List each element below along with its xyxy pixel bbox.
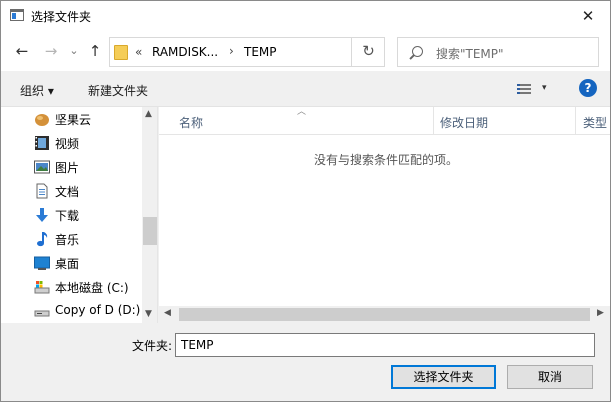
sidebar-item-label: 下载 — [55, 209, 80, 223]
scroll-left-arrow-icon[interactable]: ◀ — [164, 308, 171, 318]
sidebar-item-documents[interactable]: 文档 — [1, 179, 141, 203]
column-header-type[interactable]: 类型 — [583, 114, 607, 131]
refresh-icon[interactable]: ↻ — [351, 37, 385, 67]
address-bar[interactable]: « RAMDISK... › TEMP — [109, 37, 385, 67]
download-icon — [36, 208, 48, 222]
sidebar-item-label: 图片 — [55, 161, 80, 175]
horizontal-scrollbar[interactable]: ◀ ▶ — [159, 306, 610, 323]
sidebar-item-downloads[interactable]: 下载 — [1, 203, 141, 227]
sidebar-item-label: 文档 — [55, 185, 80, 199]
folder-picker-dialog: 选择文件夹 ✕ ← → ⌄ ↑ « RAMDISK... › TEMP ↻ 搜索… — [0, 0, 611, 402]
window-title: 选择文件夹 — [31, 10, 92, 24]
desktop-icon — [34, 256, 50, 270]
back-arrow-icon[interactable]: ← — [12, 41, 32, 61]
file-list-view: ︿ 名称 修改日期 类型 没有与搜索条件匹配的项。 ◀ ▶ — [159, 107, 610, 323]
up-arrow-icon[interactable]: ↑ — [85, 41, 105, 61]
search-icon — [412, 46, 423, 57]
close-button[interactable]: ✕ — [566, 1, 610, 31]
pictures-icon — [34, 160, 50, 174]
sidebar-item-label: Copy of D (D:) — [55, 303, 141, 317]
video-icon — [35, 136, 49, 150]
sort-ascending-icon: ︿ — [297, 107, 307, 117]
sidebar-item-label: 桌面 — [55, 257, 80, 271]
view-menu-chevron-icon[interactable]: ▾ — [542, 83, 547, 93]
sidebar-item-videos[interactable]: 视频 — [1, 131, 141, 155]
column-header-row: ︿ 名称 修改日期 类型 — [159, 107, 610, 135]
cancel-button[interactable]: 取消 — [507, 365, 593, 389]
breadcrumb-ramdisk[interactable]: RAMDISK... — [152, 45, 218, 59]
folder-field-label: 文件夹: — [132, 339, 173, 353]
column-header-name[interactable]: 名称 — [179, 114, 203, 131]
sidebar-item-label: 本地磁盘 (C:) — [55, 281, 129, 295]
scroll-down-arrow-icon[interactable]: ▼ — [145, 309, 152, 319]
drive-d-icon — [34, 310, 50, 317]
help-icon[interactable]: ? — [579, 79, 597, 97]
search-placeholder: 搜索"TEMP" — [436, 47, 504, 61]
sidebar-item-desktop[interactable]: 桌面 — [1, 251, 141, 275]
breadcrumb-overflow[interactable]: « — [135, 45, 142, 59]
nut-cloud-icon — [35, 114, 49, 126]
view-details-icon[interactable] — [517, 84, 531, 94]
sidebar-item-local-disk-c[interactable]: 本地磁盘 (C:) — [1, 275, 141, 299]
breadcrumb-temp[interactable]: TEMP — [244, 45, 277, 59]
organize-menu-button[interactable]: 组织 ▾ — [20, 82, 54, 99]
search-box[interactable]: 搜索"TEMP" — [397, 37, 599, 67]
new-folder-button[interactable]: 新建文件夹 — [88, 82, 148, 99]
navigation-bar: ← → ⌄ ↑ « RAMDISK... › TEMP ↻ 搜索"TEMP" — [1, 31, 610, 71]
navigation-pane: 坚果云 视频 图片 文档 下载 音乐 桌面 本地磁盘 (C:) Copy of … — [1, 107, 158, 323]
recent-locations-chevron-icon[interactable]: ⌄ — [64, 41, 84, 61]
documents-icon — [36, 183, 48, 199]
sidebar-item-label: 坚果云 — [55, 113, 92, 127]
sidebar-scroll-thumb[interactable] — [143, 217, 157, 245]
forward-arrow-icon[interactable]: → — [41, 41, 61, 61]
command-toolbar: 组织 ▾ 新建文件夹 ▾ ? — [1, 71, 610, 107]
select-folder-button[interactable]: 选择文件夹 — [391, 365, 496, 389]
dialog-footer: 文件夹: TEMP 选择文件夹 取消 — [1, 323, 610, 401]
window-app-icon — [10, 9, 24, 21]
folder-name-field[interactable]: TEMP — [175, 333, 595, 357]
sidebar-item-music[interactable]: 音乐 — [1, 227, 141, 251]
scroll-right-arrow-icon[interactable]: ▶ — [597, 308, 604, 318]
scroll-up-arrow-icon[interactable]: ▲ — [145, 109, 152, 119]
folder-icon — [114, 45, 128, 60]
title-bar: 选择文件夹 ✕ — [1, 1, 610, 31]
sidebar-item-nutstore[interactable]: 坚果云 — [1, 107, 141, 131]
breadcrumb-separator-icon[interactable]: › — [229, 44, 234, 58]
music-icon — [37, 232, 48, 247]
drive-c-icon — [34, 281, 50, 294]
sidebar-item-label: 视频 — [55, 137, 80, 151]
sidebar-item-label: 音乐 — [55, 233, 80, 247]
sidebar-item-pictures[interactable]: 图片 — [1, 155, 141, 179]
column-divider[interactable] — [575, 107, 576, 135]
sidebar-scrollbar[interactable]: ▲ ▼ — [142, 107, 157, 323]
column-header-date-modified[interactable]: 修改日期 — [440, 114, 488, 131]
empty-results-message: 没有与搜索条件匹配的项。 — [314, 153, 459, 167]
column-divider[interactable] — [433, 107, 434, 135]
horizontal-scroll-thumb[interactable] — [179, 308, 590, 321]
sidebar-item-drive-d[interactable]: Copy of D (D:) — [1, 299, 141, 323]
